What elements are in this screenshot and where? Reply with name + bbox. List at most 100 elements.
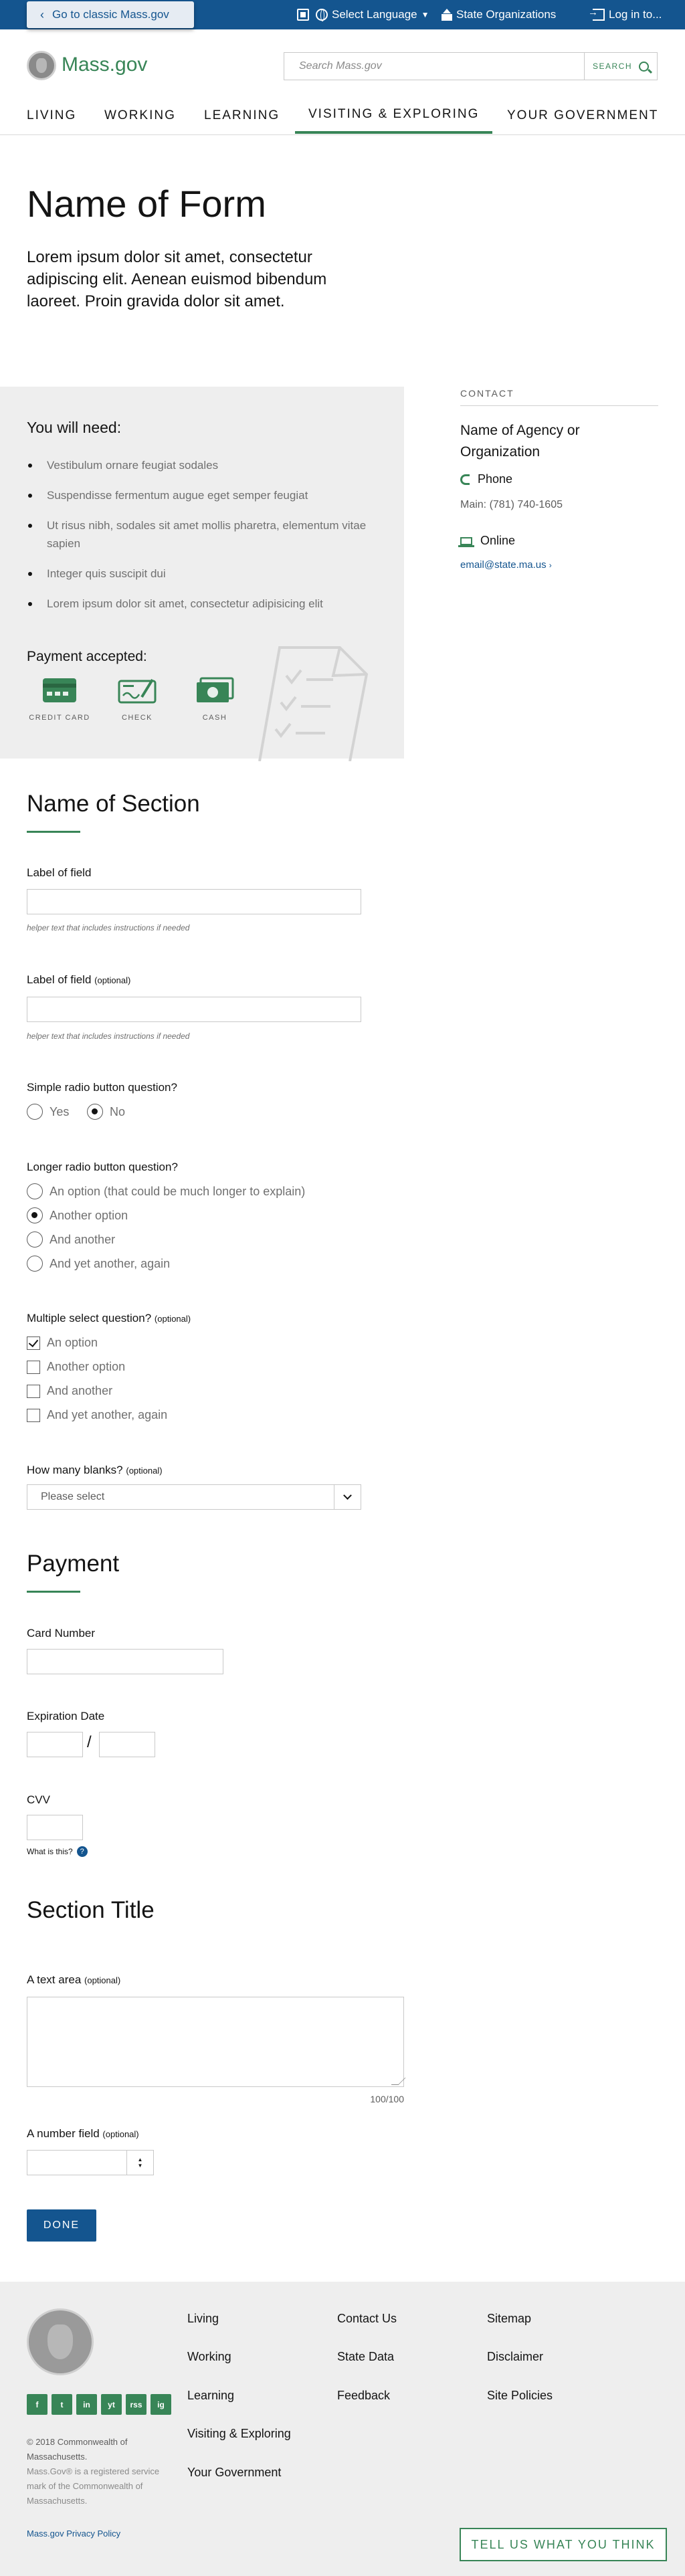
checkbox-label: And yet another, again (47, 1408, 168, 1421)
radio-button[interactable] (27, 1231, 43, 1248)
mass-seal-logo[interactable] (27, 51, 56, 80)
footer-link-sitemap[interactable]: Sitemap (487, 2312, 531, 2326)
footer-link-site-policies[interactable]: Site Policies (487, 2389, 553, 2403)
cvv-help-link[interactable]: What is this? ? (27, 1846, 88, 1857)
contact-phone-number[interactable]: Main: (781) 740-1605 (460, 499, 563, 511)
translate-button[interactable] (297, 0, 309, 29)
payment-label: CASH (202, 714, 227, 722)
checkbox-checked[interactable] (27, 1336, 40, 1350)
state-organizations-link[interactable]: State Organizations (442, 0, 556, 29)
youtube-icon[interactable]: yt (101, 2394, 122, 2415)
text-area[interactable] (27, 1997, 404, 2087)
chevron-down-icon: ▼ (421, 10, 429, 19)
number-stepper[interactable]: ▲ ▼ (126, 2151, 153, 2175)
checkbox-label: Another option (47, 1360, 126, 1373)
card-number-field[interactable] (27, 1649, 223, 1674)
checkbox-option[interactable]: Another option (27, 1360, 125, 1374)
cvv-field[interactable] (27, 1815, 83, 1840)
radio-button[interactable] (27, 1256, 43, 1272)
radio-button-selected[interactable] (87, 1104, 103, 1120)
text-field-optional[interactable] (27, 997, 361, 1022)
page-lede: Lorem ipsum dolor sit amet, consectetur … (27, 248, 327, 310)
search-button[interactable]: SEARCH (584, 52, 658, 80)
twitter-icon[interactable]: t (52, 2394, 72, 2415)
classic-site-button[interactable]: ‹ Go to classic Mass.gov (27, 1, 194, 28)
search-button-label: SEARCH (592, 62, 632, 71)
radio-option[interactable]: And another (27, 1231, 115, 1248)
laptop-icon (458, 536, 474, 547)
footer-link-visiting[interactable]: Visiting & Exploring (187, 2427, 291, 2441)
radio-option[interactable]: An option (that could be much longer to … (27, 1183, 305, 1199)
footer-link-living[interactable]: Living (187, 2312, 219, 2326)
field-label: Label of field (27, 866, 92, 879)
list-item: Ut risus nibh, sodales sit amet mollis p… (27, 516, 388, 553)
checkbox[interactable] (27, 1384, 40, 1398)
contact-divider (460, 405, 658, 406)
nav-working[interactable]: WORKING (104, 98, 176, 134)
blanks-select[interactable]: Please select (27, 1484, 361, 1510)
radio-button[interactable] (27, 1183, 43, 1199)
select-question-label: How many blanks? (optional) (27, 1464, 163, 1477)
nav-your-government[interactable]: YOUR GOVERNMENT (507, 98, 658, 134)
checkbox-option[interactable]: And yet another, again (27, 1408, 167, 1422)
checkbox-option[interactable]: An option (27, 1336, 98, 1350)
nav-living[interactable]: LIVING (27, 98, 76, 134)
footer-link-working[interactable]: Working (187, 2350, 231, 2364)
checkbox[interactable] (27, 1408, 40, 1422)
optional-tag: (optional) (154, 1314, 191, 1324)
select-value: Please select (41, 1491, 105, 1502)
radio-question-label: Longer radio button question? (27, 1161, 178, 1173)
phone-icon (460, 474, 470, 485)
radio-question-label: Simple radio button question? (27, 1081, 177, 1094)
rss-icon[interactable]: rss (126, 2394, 146, 2415)
stepper-up-icon[interactable]: ▲ (138, 2157, 143, 2163)
field-label-text: Label of field (27, 973, 92, 986)
done-button[interactable]: DONE (27, 2209, 96, 2242)
section-heading: Payment (27, 1551, 120, 1577)
feedback-button[interactable]: TELL US WHAT YOU THINK (460, 2528, 667, 2561)
radio-option[interactable]: And yet another, again (27, 1256, 170, 1272)
stepper-down-icon[interactable]: ▼ (138, 2163, 143, 2169)
radio-option[interactable]: Another option (27, 1207, 128, 1223)
checkbox[interactable] (27, 1360, 40, 1374)
list-item: Lorem ipsum dolor sit amet, consectetur … (27, 595, 388, 613)
linkedin-icon[interactable]: in (76, 2394, 97, 2415)
footer-link-feedback[interactable]: Feedback (337, 2389, 390, 2403)
checkbox-option[interactable]: And another (27, 1384, 112, 1398)
footer-link-disclaimer[interactable]: Disclaimer (487, 2350, 543, 2364)
requirements-title: You will need: (27, 419, 122, 436)
nav-visiting-exploring[interactable]: VISITING & EXPLORING (295, 98, 493, 134)
site-logo-text[interactable]: Mass.gov (62, 54, 147, 76)
radio-option-yes[interactable]: Yes (27, 1104, 69, 1120)
footer-link-learning[interactable]: Learning (187, 2389, 234, 2403)
number-field[interactable]: ▲ ▼ (27, 2150, 154, 2175)
page-title: Name of Form (27, 183, 266, 225)
contact-email-link[interactable]: email@state.ma.us › (460, 559, 552, 571)
footer-seal-logo[interactable] (27, 2308, 94, 2375)
facebook-icon[interactable]: f (27, 2394, 47, 2415)
search-input[interactable]: Search Mass.gov (284, 52, 585, 80)
contact-org-name: Name of Agency or Organization (460, 423, 580, 460)
chevron-down-icon (343, 1490, 352, 1500)
expiration-month-field[interactable] (27, 1732, 83, 1757)
language-selector[interactable]: Select Language ▼ (316, 0, 429, 29)
radio-button[interactable] (27, 1104, 43, 1120)
footer-link-contact[interactable]: Contact Us (337, 2312, 397, 2326)
credit-card-icon (43, 678, 76, 702)
optional-tag: (optional) (126, 1466, 163, 1476)
footer-link-state-data[interactable]: State Data (337, 2350, 394, 2364)
instagram-icon[interactable]: ig (151, 2394, 171, 2415)
number-field-label: A number field (optional) (27, 2127, 139, 2141)
radio-button-selected[interactable] (27, 1207, 43, 1223)
text-field[interactable] (27, 889, 361, 914)
nav-learning[interactable]: LEARNING (204, 98, 280, 134)
footer-link-government[interactable]: Your Government (187, 2466, 281, 2480)
cvv-help-label: What is this? (27, 1847, 73, 1856)
login-link[interactable]: Log in to... (587, 0, 662, 29)
translate-icon (297, 9, 309, 21)
cvv-label: CVV (27, 1793, 50, 1806)
expiration-year-field[interactable] (99, 1732, 155, 1757)
section-heading: Name of Section (27, 791, 200, 817)
radio-option-no[interactable]: No (87, 1104, 125, 1120)
privacy-policy-link[interactable]: Mass.gov Privacy Policy (27, 2529, 120, 2539)
